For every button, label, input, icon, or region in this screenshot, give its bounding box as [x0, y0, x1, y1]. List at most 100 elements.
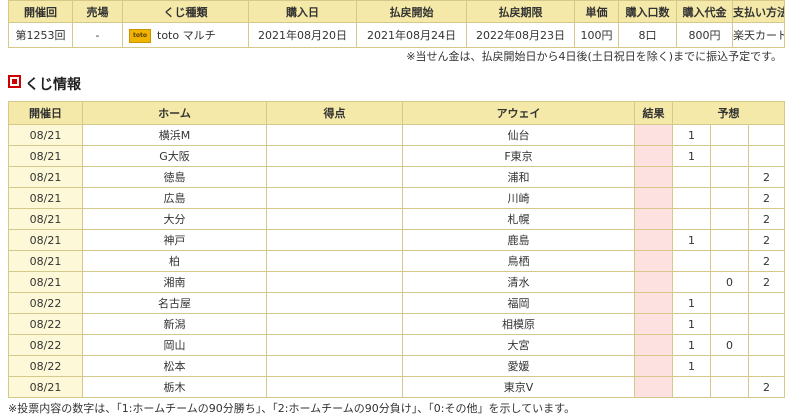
- prediction-1: [672, 271, 711, 293]
- prediction-0: [710, 376, 749, 398]
- result-cell: [634, 292, 673, 314]
- prediction-1: [672, 376, 711, 398]
- result-cell: [634, 124, 673, 146]
- prediction-1: 1: [672, 229, 711, 251]
- section-heading-text: くじ情報: [25, 77, 81, 93]
- summary-header-row: 開催回 売場 くじ種類 購入日 払戻開始 払戻期限 単価 購入口数 購入代金 支…: [8, 0, 785, 23]
- score-cell: [266, 124, 403, 146]
- payout-deadline-value: 2022年08月23日: [466, 22, 575, 48]
- prediction-0: [710, 145, 749, 167]
- kaisai-value: 第1253回: [8, 22, 73, 48]
- score-cell: [266, 250, 403, 272]
- score-cell: [266, 271, 403, 293]
- prediction-2: [747, 124, 786, 146]
- away-team: 浦和: [402, 166, 635, 188]
- prediction-2: [747, 334, 786, 356]
- home-team: 柏: [82, 250, 267, 272]
- match-date: 08/22: [8, 334, 83, 356]
- header-unit-price: 単価: [574, 0, 619, 23]
- away-team: 清水: [402, 271, 635, 293]
- away-team: 鹿島: [402, 229, 635, 251]
- result-cell: [634, 376, 673, 398]
- header-away: アウェイ: [402, 101, 635, 125]
- purchase-date-value: 2021年08月20日: [248, 22, 357, 48]
- result-cell: [634, 250, 673, 272]
- prediction-2: [747, 292, 786, 314]
- away-team: 鳥栖: [402, 250, 635, 272]
- prediction-2: 2: [747, 187, 786, 209]
- prediction-0: [710, 166, 749, 188]
- header-payment: 支払い方法: [732, 0, 785, 23]
- prediction-2: 2: [747, 250, 786, 272]
- home-team: 大分: [82, 208, 267, 230]
- home-team: 徳島: [82, 166, 267, 188]
- away-team: 愛媛: [402, 355, 635, 377]
- home-team: 横浜M: [82, 124, 267, 146]
- prediction-legend-notice: ※投票内容の数字は、「1:ホームチームの90分勝ち」、「2:ホームチームの90分…: [8, 402, 576, 415]
- header-kaisai: 開催回: [8, 0, 73, 23]
- result-cell: [634, 229, 673, 251]
- header-total: 購入代金: [676, 0, 733, 23]
- score-cell: [266, 313, 403, 335]
- home-team: 岡山: [82, 334, 267, 356]
- table-row: 08/21 G大阪 F東京 1: [8, 145, 786, 167]
- result-cell: [634, 145, 673, 167]
- prediction-1: [672, 166, 711, 188]
- table-row: 08/21 徳島 浦和 2: [8, 166, 786, 188]
- unit-price-value: 100円: [574, 22, 619, 48]
- header-purchase-date: 購入日: [248, 0, 357, 23]
- away-team: 仙台: [402, 124, 635, 146]
- match-date: 08/22: [8, 313, 83, 335]
- table-row: 08/21 神戸 鹿島 1 2: [8, 229, 786, 251]
- away-team: 川崎: [402, 187, 635, 209]
- match-date: 08/21: [8, 124, 83, 146]
- prediction-0: [710, 313, 749, 335]
- match-date: 08/21: [8, 145, 83, 167]
- score-cell: [266, 145, 403, 167]
- table-row: 08/21 柏 鳥栖 2: [8, 250, 786, 272]
- prediction-1: 1: [672, 313, 711, 335]
- header-payout-start: 払戻開始: [356, 0, 467, 23]
- toto-logo-icon: toto: [129, 29, 151, 43]
- header-date: 開催日: [8, 101, 83, 125]
- match-date: 08/21: [8, 250, 83, 272]
- result-cell: [634, 355, 673, 377]
- prediction-0: [710, 124, 749, 146]
- table-row: 08/21 大分 札幌 2: [8, 208, 786, 230]
- home-team: 神戸: [82, 229, 267, 251]
- payment-value: 楽天カード: [732, 22, 785, 48]
- purchase-summary-table: 開催回 売場 くじ種類 購入日 払戻開始 払戻期限 単価 購入口数 購入代金 支…: [8, 0, 785, 48]
- match-date: 08/21: [8, 229, 83, 251]
- result-cell: [634, 187, 673, 209]
- score-cell: [266, 376, 403, 398]
- score-cell: [266, 208, 403, 230]
- prediction-1: 1: [672, 292, 711, 314]
- result-cell: [634, 313, 673, 335]
- prediction-2: 2: [747, 376, 786, 398]
- header-uriba: 売場: [72, 0, 123, 23]
- prediction-1: 1: [672, 145, 711, 167]
- result-cell: [634, 166, 673, 188]
- summary-row: 第1253回 - toto toto マルチ 2021年08月20日 2021年0…: [8, 22, 785, 48]
- kuji-type-value: toto マルチ: [157, 29, 216, 42]
- prediction-2: [747, 145, 786, 167]
- match-detail-table: 開催日 ホーム 得点 アウェイ 結果 予想 08/21 横浜M 仙台 1 08/21 G大…: [8, 101, 786, 398]
- prediction-0: [710, 355, 749, 377]
- prediction-1: [672, 208, 711, 230]
- prediction-2: 2: [747, 271, 786, 293]
- match-date: 08/21: [8, 208, 83, 230]
- table-row: 08/21 栃木 東京V 2: [8, 376, 786, 398]
- score-cell: [266, 166, 403, 188]
- prediction-2: 2: [747, 229, 786, 251]
- header-payout-deadline: 払戻期限: [466, 0, 575, 23]
- match-date: 08/21: [8, 187, 83, 209]
- prediction-2: [747, 355, 786, 377]
- table-row: 08/21 横浜M 仙台 1: [8, 124, 786, 146]
- prediction-0: 0: [710, 334, 749, 356]
- match-date: 08/21: [8, 376, 83, 398]
- prediction-1: 1: [672, 355, 711, 377]
- score-cell: [266, 229, 403, 251]
- section-heading: くじ情報: [8, 74, 81, 94]
- home-team: 湘南: [82, 271, 267, 293]
- payout-start-value: 2021年08月24日: [356, 22, 467, 48]
